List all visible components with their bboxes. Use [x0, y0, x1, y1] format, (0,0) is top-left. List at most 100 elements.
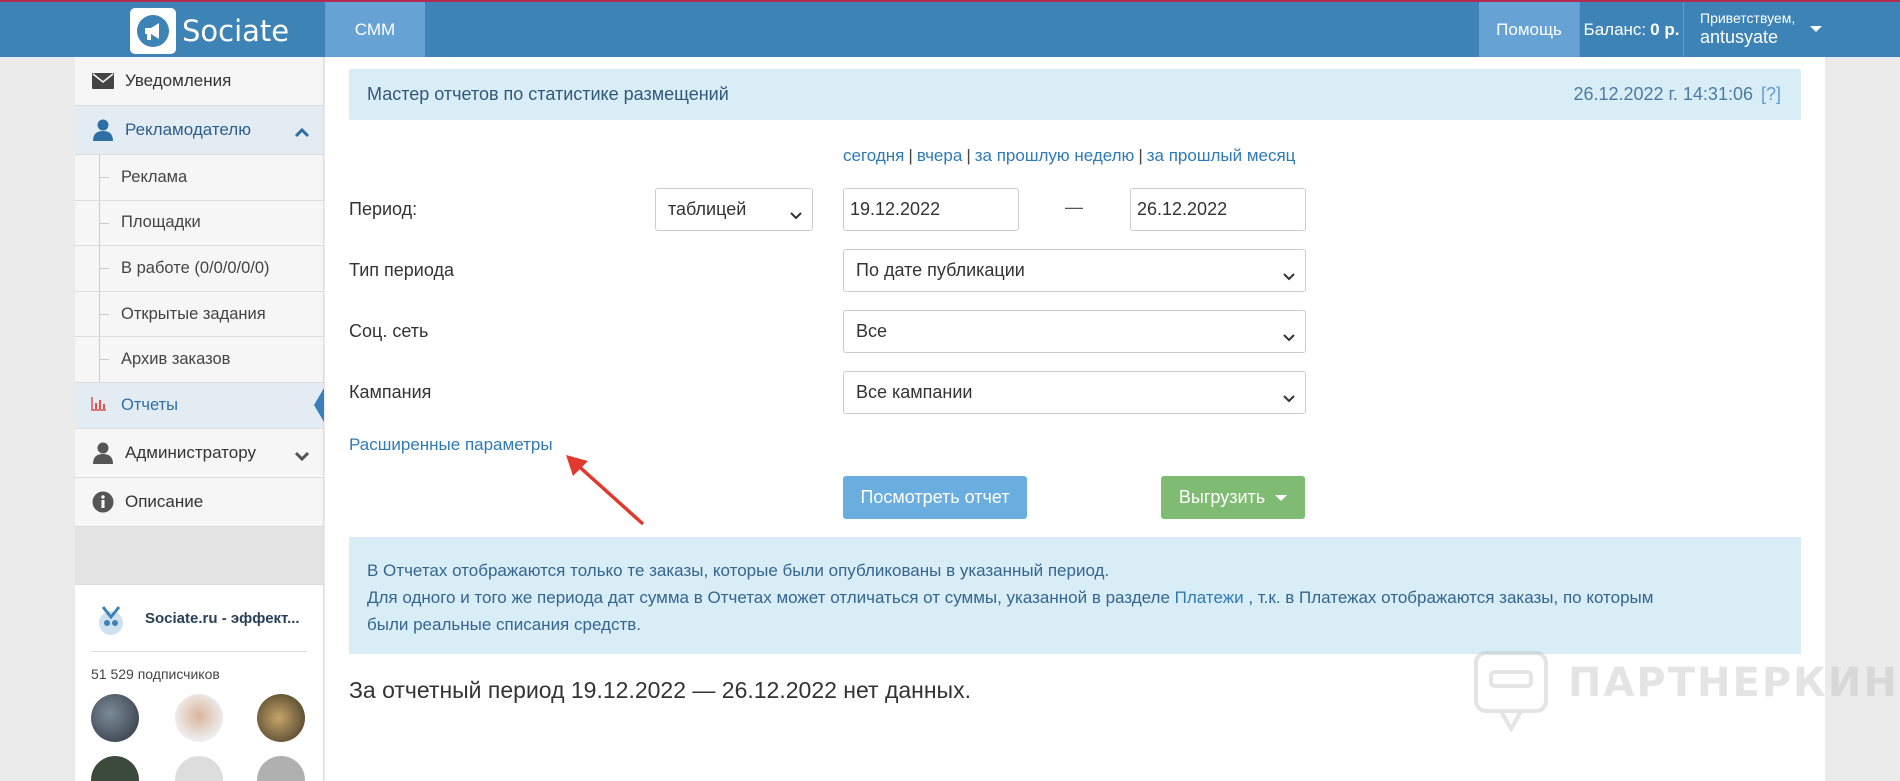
social-network-value: Все	[856, 321, 888, 341]
nav-balance[interactable]: Баланс: 0 р.	[1579, 2, 1684, 57]
bar-chart-icon	[91, 396, 107, 416]
caret-down-icon	[1810, 26, 1822, 32]
balance-label: Баланс:	[1583, 19, 1647, 39]
sidebar-sublabel: Отчеты	[121, 395, 179, 414]
sidebar-sublabel: Реклама	[121, 167, 188, 186]
avatar[interactable]	[91, 693, 139, 742]
nav-smm[interactable]: СММ	[325, 2, 425, 57]
sidebar-label: Описание	[125, 491, 204, 511]
info-line-2: Для одного и того же периода дат сумма в…	[367, 588, 1654, 607]
sidebar-item-advertiser[interactable]: Рекламодателю	[75, 106, 323, 155]
date-from-input[interactable]: 19.12.2022	[843, 188, 1019, 231]
watermark: ПАРТНЕРКИН	[1473, 650, 1897, 732]
header-datetime: 26.12.2022 г. 14:31:06 [?]	[1573, 84, 1781, 105]
sidebar-subitem-in-progress[interactable]: В работе (0/0/0/0/0)	[75, 246, 323, 292]
chevron-down-icon	[1283, 387, 1295, 408]
info-icon	[91, 490, 115, 514]
avatar[interactable]	[257, 755, 305, 781]
chevron-down-icon	[1283, 326, 1295, 347]
sidebar-sublabel: Площадки	[121, 213, 201, 232]
envelope-icon	[91, 69, 115, 93]
date-to-input[interactable]: 26.12.2022	[1130, 188, 1306, 231]
greeting: Приветствуем,	[1700, 10, 1796, 26]
chevron-down-icon	[294, 446, 310, 466]
chevron-up-icon	[294, 123, 310, 143]
period-type-value: По дате публикации	[856, 260, 1025, 280]
date-to-value: 26.12.2022	[1137, 199, 1228, 219]
chevron-down-icon	[790, 204, 802, 225]
avatar[interactable]	[175, 693, 223, 742]
period-type-label: Тип периода	[349, 260, 454, 280]
sidebar: Уведомления Рекламодателю Реклама Площад…	[75, 57, 324, 781]
avatar[interactable]	[257, 693, 305, 742]
sidebar-sublabel: Открытые задания	[121, 304, 266, 323]
community-title[interactable]: Sociate.ru - эффект...	[145, 610, 300, 627]
no-data-message: За отчетный период 19.12.2022 — 26.12.20…	[349, 677, 971, 703]
community-logo[interactable]	[91, 599, 131, 639]
period-view-value: таблицей	[668, 199, 747, 219]
view-report-button[interactable]: Посмотреть отчет	[843, 476, 1027, 519]
megaphone-icon	[130, 8, 176, 54]
caret-down-icon	[1275, 494, 1288, 501]
chevron-down-icon	[1283, 265, 1295, 286]
link-today[interactable]: сегодня	[843, 146, 904, 165]
sidebar-item-administrator[interactable]: Администратору	[75, 429, 323, 478]
period-view-select[interactable]: таблицей	[655, 188, 813, 231]
datetime-value: 26.12.2022 г. 14:31:06	[1573, 84, 1753, 104]
link-yesterday[interactable]: вчера	[917, 146, 963, 165]
logo-text: Sociate	[182, 14, 290, 48]
social-network-label: Соц. сеть	[349, 321, 429, 341]
watermark-text: ПАРТНЕРКИН	[1568, 660, 1899, 706]
date-dash: —	[1065, 197, 1083, 217]
user-menu[interactable]: Приветствуем, antusyate	[1700, 10, 1822, 48]
avatar[interactable]	[91, 755, 139, 781]
social-network-select[interactable]: Все	[843, 310, 1306, 353]
avatar[interactable]	[175, 755, 223, 781]
info-line-3: были реальные списания средств.	[367, 615, 641, 634]
community-widget: Sociate.ru - эффект... 51 529 подписчико…	[75, 584, 323, 781]
sidebar-subitem-orders-archive[interactable]: Архив заказов	[75, 337, 323, 383]
user-icon	[91, 441, 115, 465]
campaign-value: Все кампании	[856, 382, 973, 402]
page-header: Мастер отчетов по статистике размещений …	[349, 69, 1801, 120]
nav-help[interactable]: Помощь	[1479, 2, 1579, 57]
export-button[interactable]: Выгрузить	[1161, 476, 1305, 519]
sidebar-label: Рекламодателю	[125, 120, 251, 139]
campaign-select[interactable]: Все кампании	[843, 371, 1306, 414]
link-last-week[interactable]: за прошлую неделю	[975, 146, 1135, 165]
campaign-label: Кампания	[349, 382, 432, 402]
info-alert: В Отчетах отображаются только те заказы,…	[349, 537, 1801, 654]
subscribers-count: 51 529 подписчиков	[91, 665, 220, 682]
sidebar-sublabel: Архив заказов	[121, 350, 231, 369]
chat-bubble-icon	[1474, 651, 1548, 732]
advanced-params-link[interactable]: Расширенные параметры	[349, 435, 553, 455]
page-title: Мастер отчетов по статистике размещений	[367, 84, 729, 104]
sidebar-label: Уведомления	[125, 71, 232, 90]
period-type-select[interactable]: По дате публикации	[843, 249, 1306, 292]
payments-link[interactable]: Платежи	[1175, 588, 1244, 607]
user-icon	[91, 118, 115, 142]
date-from-value: 19.12.2022	[850, 199, 941, 219]
sidebar-sublabel: В работе (0/0/0/0/0)	[121, 258, 270, 277]
sidebar-subitem-reports[interactable]: Отчеты	[75, 382, 324, 429]
subscriber-avatars	[91, 693, 307, 781]
active-marker	[314, 387, 324, 422]
period-label: Период:	[349, 199, 418, 219]
link-last-month[interactable]: за прошлый месяц	[1147, 146, 1296, 165]
username: antusyate	[1700, 27, 1779, 47]
sidebar-subitem-ads[interactable]: Реклама	[75, 155, 323, 201]
annotation-arrow	[566, 455, 645, 526]
sidebar-label: Администратору	[125, 442, 256, 462]
sidebar-item-description[interactable]: Описание	[75, 478, 323, 527]
info-line-1: В Отчетах отображаются только те заказы,…	[367, 561, 1110, 580]
sidebar-spacer	[75, 526, 323, 585]
logo[interactable]: Sociate	[130, 6, 289, 56]
quick-period-links: сегодня | вчера | за прошлую неделю | за прошл…	[843, 146, 1296, 165]
sidebar-subitem-open-tasks[interactable]: Открытые задания	[75, 291, 323, 338]
sidebar-item-notifications[interactable]: Уведомления	[75, 57, 323, 106]
balance-value: 0 р.	[1650, 19, 1680, 39]
top-navbar: Sociate СММ Помощь Баланс: 0 р. Приветст…	[0, 0, 1900, 57]
sidebar-subitem-platforms[interactable]: Площадки	[75, 200, 323, 247]
help-link[interactable]: [?]	[1761, 84, 1781, 104]
export-label: Выгрузить	[1178, 487, 1266, 507]
